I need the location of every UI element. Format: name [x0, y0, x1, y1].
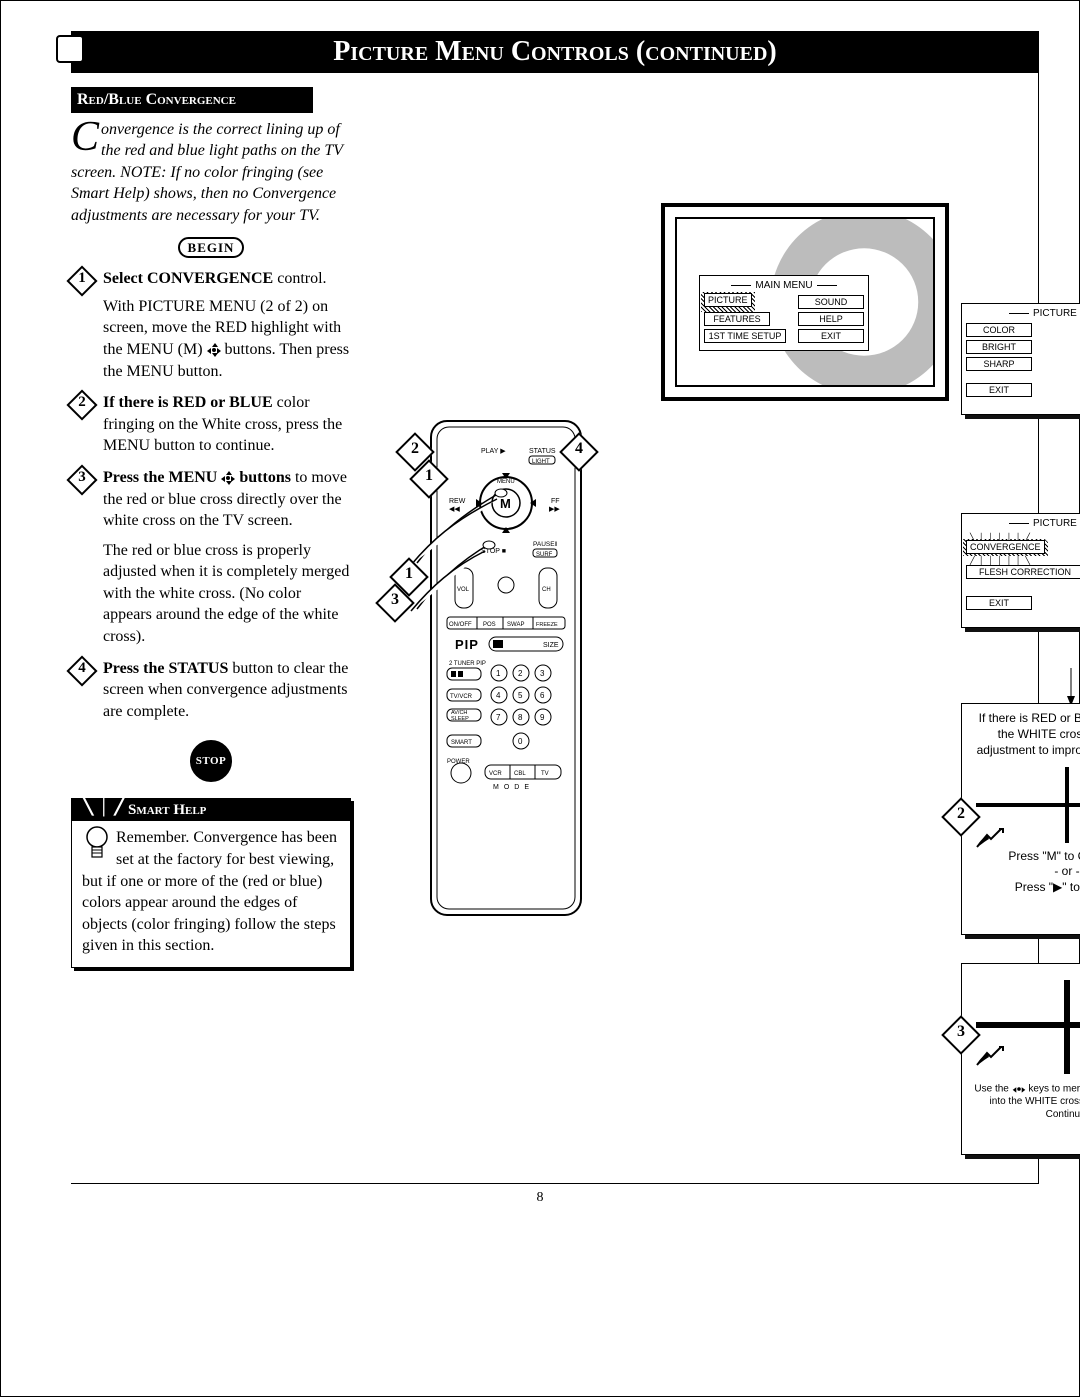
- svg-text:SLEEP: SLEEP: [451, 716, 469, 722]
- smart-help-header: ╲ │ ╱ Smart Help: [72, 799, 350, 821]
- svg-text:TV/VCR: TV/VCR: [450, 694, 473, 700]
- section-header: Red/Blue Convergence: [71, 87, 313, 113]
- tv-illustration: MAIN MENU PICTURE SOUND FEATURES HELP 1S…: [661, 203, 949, 401]
- step-4: 4 Press the STATUS button to clear the s…: [71, 658, 351, 723]
- svg-text:PAUSE‖: PAUSE‖: [533, 541, 558, 548]
- svg-text:STATUS: STATUS: [529, 448, 556, 455]
- svg-text:1: 1: [496, 669, 501, 678]
- svg-text:5: 5: [518, 691, 523, 700]
- svg-text:CH: CH: [542, 587, 551, 593]
- picture-menu-2: PICTURE MENU ╲ │ │ │ │ │ ╱ CONVERGENCE ╱…: [961, 513, 1080, 628]
- section-icon: [56, 35, 84, 63]
- svg-text:SURF: SURF: [536, 552, 553, 558]
- menu-item-convergence: CONVERGENCE: [966, 540, 1045, 554]
- svg-text:VCR: VCR: [489, 771, 502, 777]
- illustration-area: MAIN MENU PICTURE SOUND FEATURES HELP 1S…: [361, 83, 1038, 1163]
- svg-text:6: 6: [540, 691, 545, 700]
- picture-menu-1: PICTURE MENU COLORTINT BRIGHTPICTURE SHA…: [961, 303, 1080, 415]
- svg-text:2: 2: [518, 669, 523, 678]
- convergence-screen-1: If there is RED or BLUE fringe on the WH…: [961, 703, 1080, 935]
- page-number: 8: [41, 1190, 1039, 1206]
- svg-text:7: 7: [496, 713, 501, 722]
- svg-text:▶▶: ▶▶: [549, 506, 560, 513]
- smart-help-box: ╲ │ ╱ Smart Help Remember. Convergence h…: [71, 798, 351, 968]
- svg-text:4: 4: [496, 691, 501, 700]
- step-1: 1 Select CONVERGENCE control. With PICTU…: [71, 268, 351, 382]
- svg-text:MODE: MODE: [493, 784, 534, 791]
- svg-text:POS: POS: [483, 622, 496, 628]
- svg-text:SIZE: SIZE: [543, 642, 559, 649]
- svg-text:TV: TV: [541, 771, 549, 777]
- svg-text:CBL: CBL: [514, 771, 526, 777]
- svg-text:3: 3: [540, 669, 545, 678]
- dropcap: C: [71, 119, 99, 155]
- menu-item-features: FEATURES: [704, 312, 770, 326]
- left-column: Red/Blue Convergence Convergence is the …: [71, 83, 361, 1163]
- main-menu-panel: MAIN MENU PICTURE SOUND FEATURES HELP 1S…: [699, 275, 869, 351]
- step-2: 2 If there is RED or BLUE color fringing…: [71, 392, 351, 457]
- intro-text: Convergence is the correct lining up of …: [71, 119, 351, 227]
- svg-text:0: 0: [518, 737, 523, 746]
- begin-pill: BEGIN: [178, 237, 245, 259]
- page-title: Picture Menu Controls (continued): [71, 31, 1039, 73]
- svg-text:SMART: SMART: [451, 740, 472, 746]
- bulb-icon: [82, 823, 112, 863]
- remote-illustration: PLAY ▶ STATUS LIGHT REW ◀◀ FF ▶▶ M MENU: [411, 413, 601, 923]
- menu-item-picture: PICTURE: [704, 293, 752, 307]
- menu-item-exit: EXIT: [798, 329, 864, 343]
- svg-text:2 TUNER PIP: 2 TUNER PIP: [449, 661, 486, 667]
- svg-text:8: 8: [518, 713, 523, 722]
- svg-text:PIP: PIP: [455, 637, 479, 652]
- svg-text:ON/OFF: ON/OFF: [449, 622, 472, 628]
- svg-text:FREEZE: FREEZE: [536, 622, 558, 628]
- menu-item-sound: SOUND: [798, 295, 864, 309]
- svg-text:PLAY ▶: PLAY ▶: [481, 448, 506, 455]
- menu-item-setup: 1ST TIME SETUP: [704, 329, 786, 343]
- step-3: 3 Press the MENU buttons to move the red…: [71, 467, 351, 648]
- svg-text:POWER: POWER: [447, 759, 470, 765]
- stop-badge: STOP: [190, 740, 232, 782]
- svg-text:FF: FF: [551, 498, 560, 505]
- menu-item-help: HELP: [798, 312, 864, 326]
- nav-arrows-icon: [221, 471, 235, 485]
- svg-text:SWAP: SWAP: [507, 622, 524, 628]
- svg-text:LIGHT: LIGHT: [532, 459, 550, 465]
- svg-text:9: 9: [540, 713, 545, 722]
- nav-arrows-icon: [207, 343, 221, 357]
